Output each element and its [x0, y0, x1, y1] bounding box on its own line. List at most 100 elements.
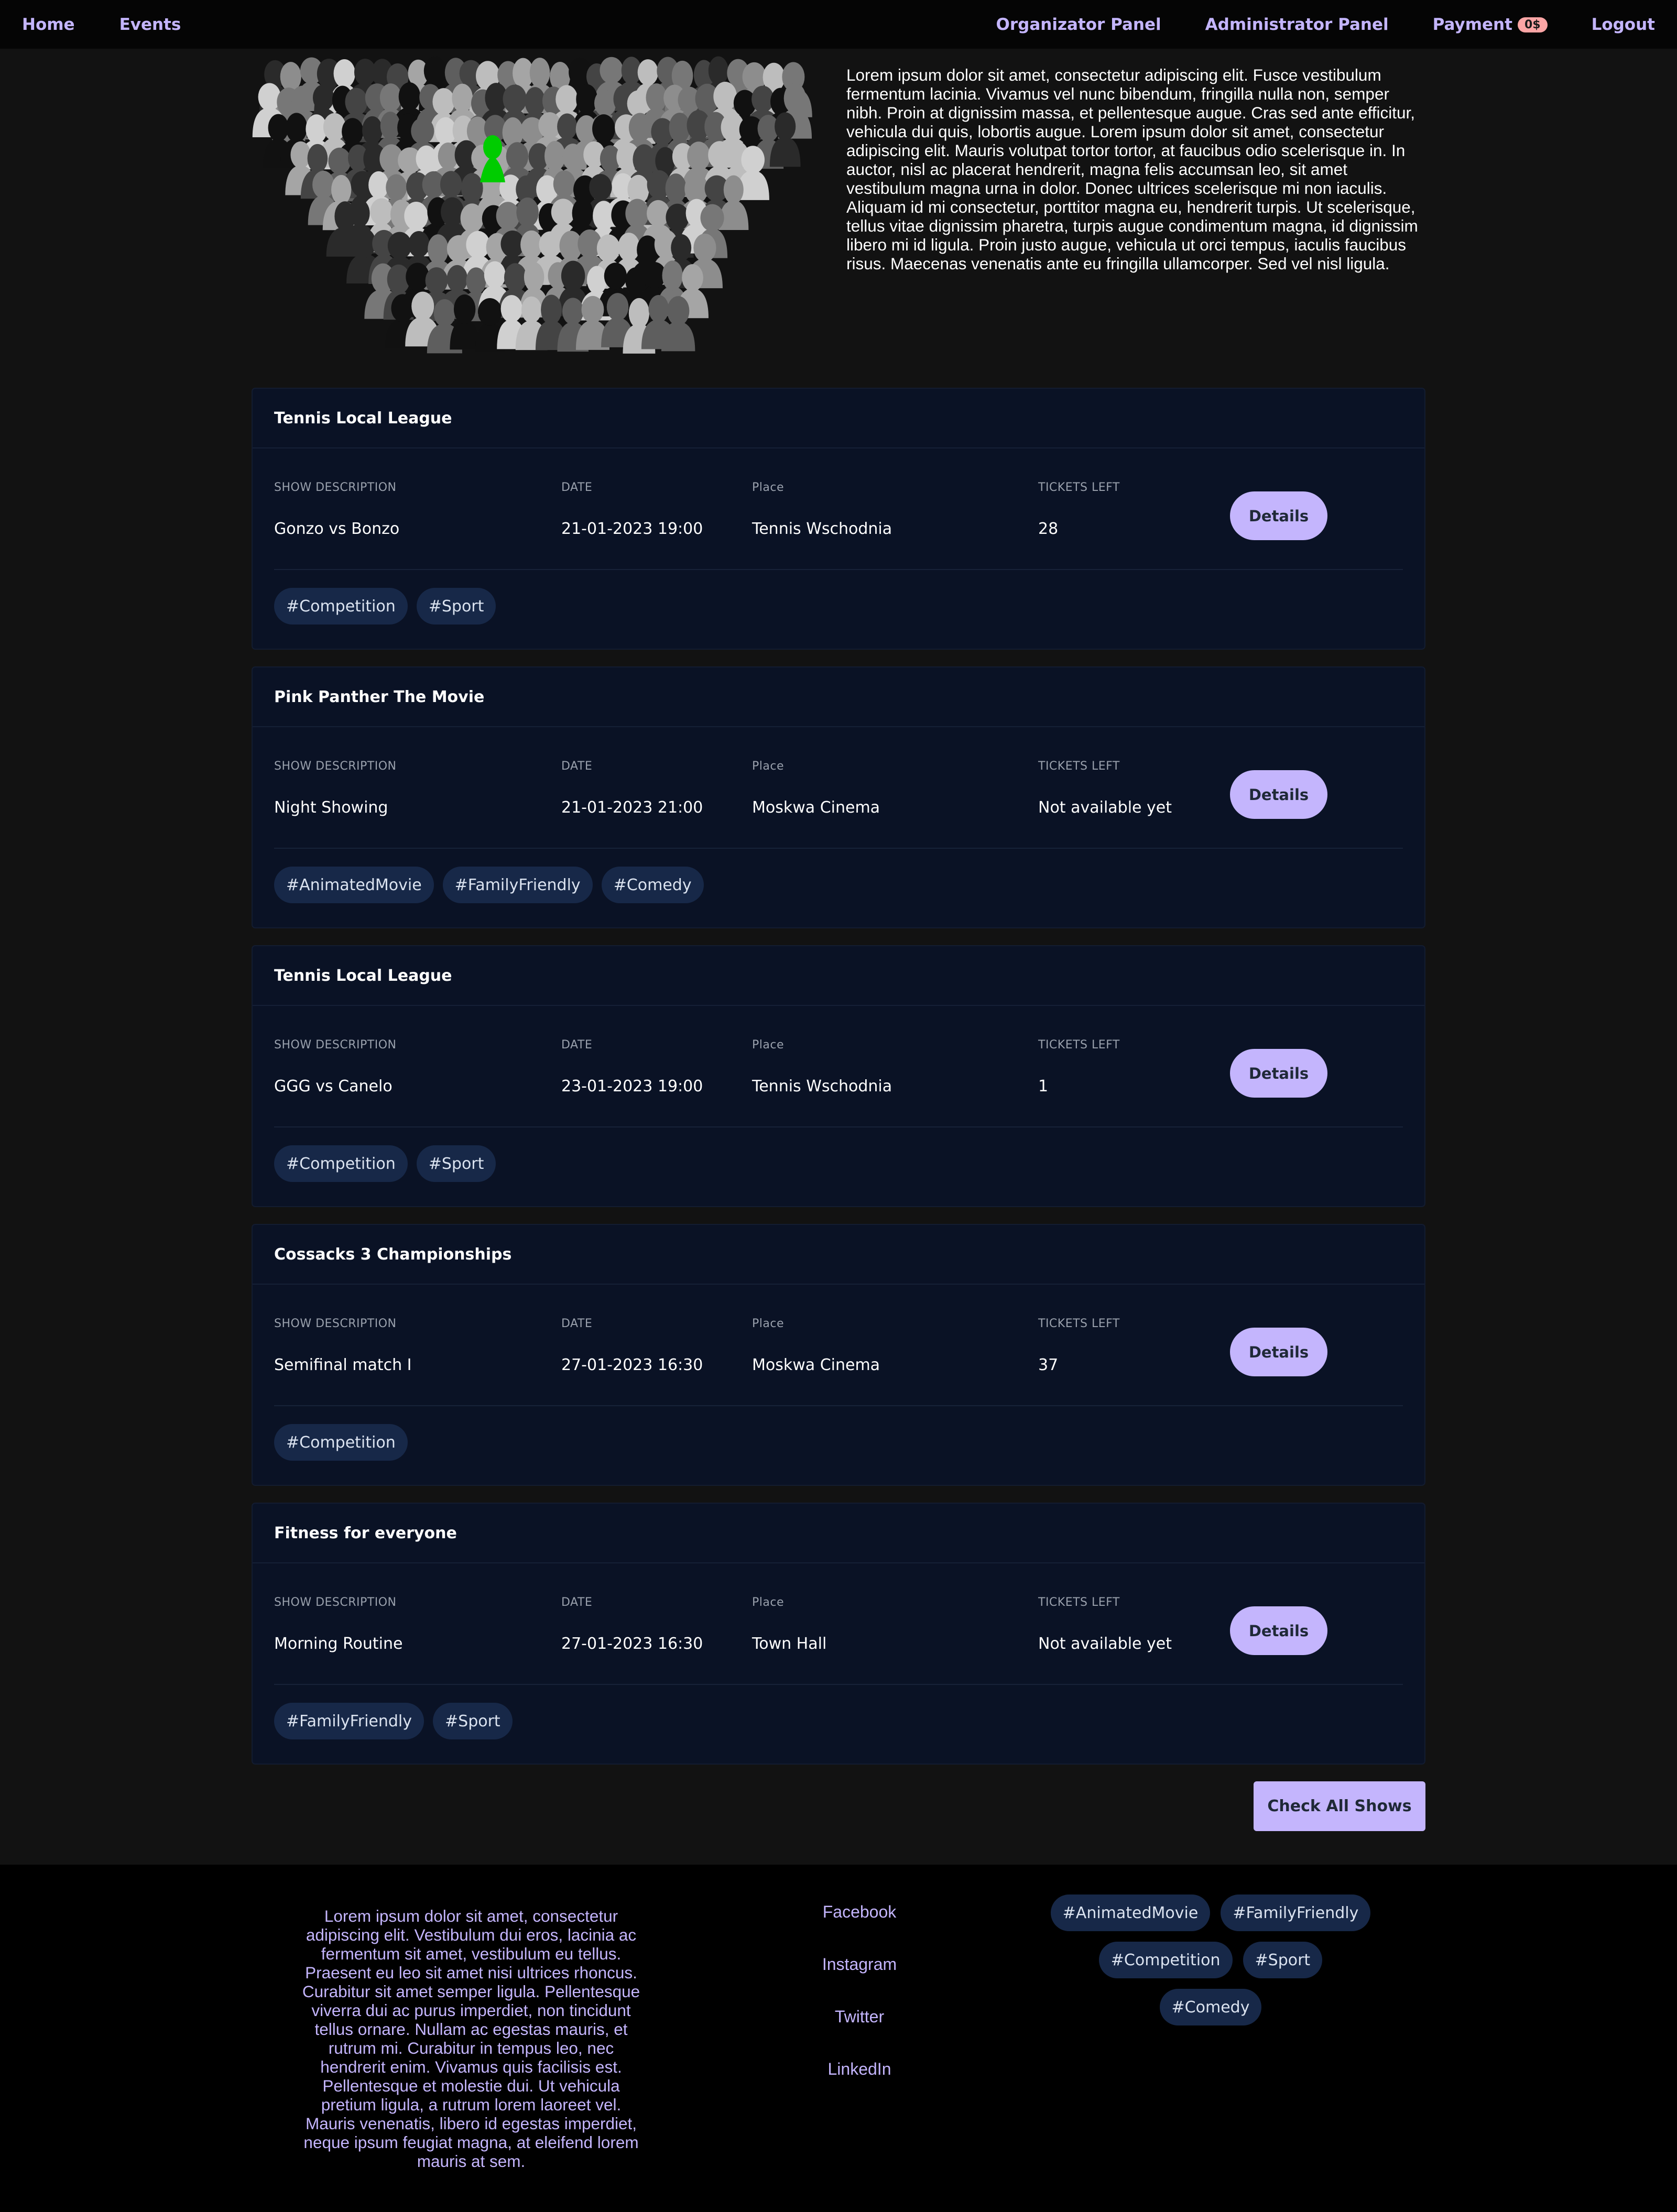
event-details-row: SHOW DESCRIPTION GGG vs Canelo DATE 23-0…	[274, 1006, 1403, 1127]
tickets-label: TICKETS LEFT	[1038, 1038, 1120, 1052]
event-tag[interactable]: #AnimatedMovie	[274, 867, 434, 903]
event-details-row: SHOW DESCRIPTION Gonzo vs Bonzo DATE 21-…	[274, 448, 1403, 570]
event-tag[interactable]: #Competition	[274, 588, 408, 625]
navbar: Home Events Organizator Panel Administra…	[0, 0, 1677, 49]
events-list: Tennis Local League SHOW DESCRIPTION Gon…	[252, 388, 1425, 1781]
event-tags: #Competition #Sport	[274, 588, 496, 625]
event-tags: #Competition	[274, 1424, 408, 1461]
event-tag[interactable]: #Comedy	[601, 867, 704, 903]
event-tag[interactable]: #Competition	[274, 1424, 408, 1461]
payment-label: Payment	[1432, 15, 1512, 34]
event-title: Pink Panther The Movie	[253, 667, 1424, 727]
details-button[interactable]: Details	[1230, 491, 1327, 540]
details-button[interactable]: Details	[1230, 1328, 1327, 1376]
place-value: Moskwa Cinema	[752, 798, 880, 817]
footer-tag[interactable]: #Sport	[1243, 1942, 1323, 1978]
event-tags: #Competition #Sport	[274, 1145, 496, 1182]
tickets-value: Not available yet	[1038, 798, 1172, 817]
event-title: Fitness for everyone	[253, 1504, 1424, 1563]
description-value: Gonzo vs Bonzo	[274, 520, 400, 538]
date-value: 27-01-2023 16:30	[561, 1356, 703, 1374]
footer-tag[interactable]: #Comedy	[1159, 1989, 1262, 2025]
hero-description: Lorem ipsum dolor sit amet, consectetur …	[846, 65, 1418, 273]
facebook-link[interactable]: Facebook	[823, 1902, 897, 1955]
event-tag[interactable]: #FamilyFriendly	[274, 1703, 424, 1739]
description-label: SHOW DESCRIPTION	[274, 1596, 397, 1609]
description-label: SHOW DESCRIPTION	[274, 1038, 397, 1052]
description-label: SHOW DESCRIPTION	[274, 481, 397, 494]
description-value: GGG vs Canelo	[274, 1077, 393, 1096]
instagram-link[interactable]: Instagram	[822, 1955, 897, 2007]
event-tag[interactable]: #Competition	[274, 1145, 408, 1182]
event-tag[interactable]: #Sport	[416, 588, 496, 625]
check-all-shows-button[interactable]: Check All Shows	[1254, 1781, 1425, 1831]
nav-left: Home Events	[22, 15, 181, 34]
place-label: Place	[752, 1038, 784, 1052]
footer: Lorem ipsum dolor sit amet, consectetur …	[0, 1865, 1677, 2212]
place-value: Moskwa Cinema	[752, 1356, 880, 1374]
tickets-label: TICKETS LEFT	[1038, 760, 1120, 773]
nav-organizator-panel-link[interactable]: Organizator Panel	[996, 15, 1161, 34]
place-label: Place	[752, 760, 784, 773]
tickets-value: 37	[1038, 1356, 1059, 1374]
details-button[interactable]: Details	[1230, 1049, 1327, 1098]
date-value: 27-01-2023 16:30	[561, 1635, 703, 1653]
event-tag[interactable]: #Sport	[416, 1145, 496, 1182]
footer-tag[interactable]: #AnimatedMovie	[1050, 1895, 1211, 1931]
place-value: Town Hall	[752, 1635, 827, 1653]
place-value: Tennis Wschodnia	[752, 1077, 892, 1096]
tickets-value: 28	[1038, 520, 1059, 538]
description-value: Semifinal match I	[274, 1356, 412, 1374]
event-details-row: SHOW DESCRIPTION Morning Routine DATE 27…	[274, 1563, 1403, 1685]
footer-tag[interactable]: #Competition	[1098, 1942, 1233, 1978]
nav-payment-link[interactable]: Payment 0$	[1433, 15, 1548, 34]
footer-social-links: Facebook Instagram Twitter LinkedIn	[781, 1902, 938, 2112]
event-details-row: SHOW DESCRIPTION Night Showing DATE 21-0…	[274, 727, 1403, 849]
description-value: Morning Routine	[274, 1635, 403, 1653]
date-label: DATE	[561, 1596, 593, 1609]
payment-balance-badge: 0$	[1517, 17, 1548, 32]
event-card: Fitness for everyone SHOW DESCRIPTION Mo…	[252, 1503, 1425, 1765]
date-label: DATE	[561, 760, 593, 773]
event-card: Cossacks 3 Championships SHOW DESCRIPTIO…	[252, 1224, 1425, 1486]
date-label: DATE	[561, 1038, 593, 1052]
place-value: Tennis Wschodnia	[752, 520, 892, 538]
tickets-label: TICKETS LEFT	[1038, 481, 1120, 494]
event-card: Pink Panther The Movie SHOW DESCRIPTION …	[252, 666, 1425, 928]
event-card: Tennis Local League SHOW DESCRIPTION GGG…	[252, 945, 1425, 1207]
event-tags: #AnimatedMovie #FamilyFriendly #Comedy	[274, 867, 704, 903]
nav-logout-link[interactable]: Logout	[1592, 15, 1655, 34]
nav-events-link[interactable]: Events	[119, 15, 181, 34]
nav-home-link[interactable]: Home	[22, 15, 75, 34]
event-title: Tennis Local League	[253, 946, 1424, 1006]
tickets-value: Not available yet	[1038, 1635, 1172, 1653]
details-button[interactable]: Details	[1230, 1606, 1327, 1655]
place-label: Place	[752, 1596, 784, 1609]
twitter-link[interactable]: Twitter	[835, 2007, 884, 2060]
event-tags: #FamilyFriendly #Sport	[274, 1703, 513, 1739]
nav-right: Organizator Panel Administrator Panel Pa…	[996, 15, 1656, 34]
description-label: SHOW DESCRIPTION	[274, 760, 397, 773]
event-title: Tennis Local League	[253, 389, 1424, 448]
event-card: Tennis Local League SHOW DESCRIPTION Gon…	[252, 388, 1425, 650]
tickets-label: TICKETS LEFT	[1038, 1596, 1120, 1609]
description-label: SHOW DESCRIPTION	[274, 1317, 397, 1330]
date-value: 21-01-2023 19:00	[561, 520, 703, 538]
details-button[interactable]: Details	[1230, 770, 1327, 819]
date-value: 23-01-2023 19:00	[561, 1077, 703, 1096]
tickets-value: 1	[1038, 1077, 1049, 1096]
date-label: DATE	[561, 481, 593, 494]
event-tag[interactable]: #FamilyFriendly	[442, 867, 593, 903]
nav-administrator-panel-link[interactable]: Administrator Panel	[1205, 15, 1389, 34]
event-tag[interactable]: #Sport	[433, 1703, 513, 1739]
date-label: DATE	[561, 1317, 593, 1330]
event-details-row: SHOW DESCRIPTION Semifinal match I DATE …	[274, 1285, 1403, 1406]
tickets-label: TICKETS LEFT	[1038, 1317, 1120, 1330]
footer-tag[interactable]: #FamilyFriendly	[1221, 1895, 1371, 1931]
date-value: 21-01-2023 21:00	[561, 798, 703, 817]
description-value: Night Showing	[274, 798, 388, 817]
event-title: Cossacks 3 Championships	[253, 1225, 1424, 1285]
linkedin-link[interactable]: LinkedIn	[828, 2060, 891, 2112]
place-label: Place	[752, 1317, 784, 1330]
place-label: Place	[752, 481, 784, 494]
